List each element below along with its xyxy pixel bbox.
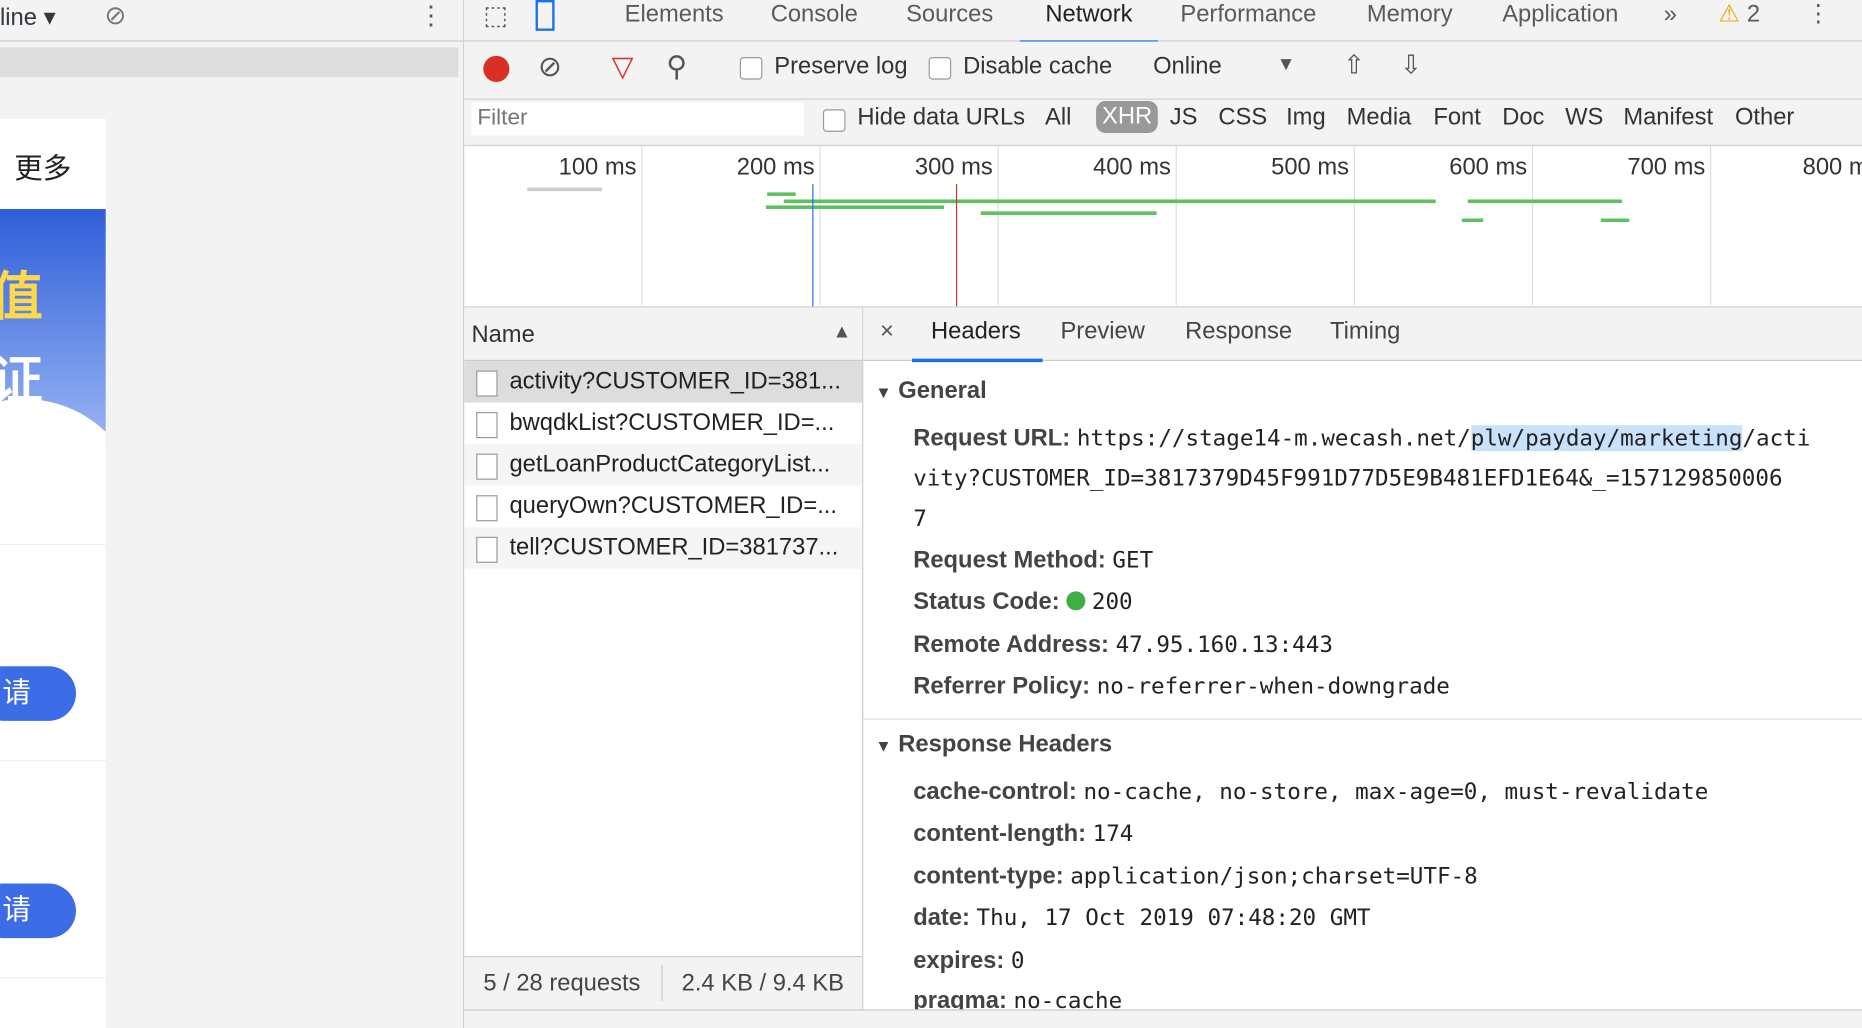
- tab-application[interactable]: Application: [1502, 0, 1618, 40]
- throttling-select[interactable]: Online: [1153, 53, 1222, 80]
- request-row[interactable]: tell?CUSTOMER_ID=381737...: [464, 527, 863, 569]
- filter-icon[interactable]: ▽: [612, 50, 634, 84]
- sort-asc-icon[interactable]: ▲: [832, 322, 851, 343]
- tab-preview[interactable]: Preview: [1060, 318, 1144, 345]
- more-link[interactable]: 更多: [14, 145, 71, 187]
- more-tabs-button[interactable]: »: [1664, 0, 1677, 40]
- tab-console[interactable]: Console: [771, 0, 858, 40]
- disable-cache-label: Disable cache: [963, 53, 1113, 80]
- type-js[interactable]: JS: [1170, 105, 1198, 132]
- tick: 600 ms: [1449, 154, 1528, 181]
- response-header: content-type: application/json;charset=U…: [913, 863, 1478, 890]
- warning-icon[interactable]: ⚠: [1718, 0, 1739, 40]
- type-ws[interactable]: WS: [1565, 105, 1603, 132]
- menu-icon[interactable]: ⋮: [418, 0, 444, 31]
- hide-data-urls-label: Hide data URLs: [857, 104, 1026, 131]
- disable-cache-checkbox[interactable]: [928, 57, 952, 80]
- response-header: content-length: 174: [913, 820, 1134, 847]
- warning-count[interactable]: 2: [1747, 0, 1760, 40]
- page-preview: line ▾ ⊘ ⋮ 更多 值 证 请 请: [0, 0, 465, 1028]
- inspect-icon[interactable]: ⬚: [483, 0, 508, 31]
- chevron-down-icon[interactable]: ▼: [1277, 55, 1296, 76]
- banner-text: 值: [0, 254, 43, 330]
- remote-address: Remote Address: 47.95.160.13:443: [913, 631, 1333, 658]
- type-css[interactable]: CSS: [1218, 105, 1267, 132]
- throttle-dropdown[interactable]: line ▾: [0, 2, 55, 32]
- type-manifest[interactable]: Manifest: [1623, 105, 1713, 132]
- waterfall-bar: [783, 199, 1436, 204]
- devtools: ⬚ Elements Console Sources Network Perfo…: [464, 0, 1862, 1028]
- record-button[interactable]: [483, 55, 510, 82]
- waterfall-bar: [765, 205, 945, 209]
- waterfall-bar: [767, 192, 796, 196]
- name-column-header[interactable]: Name: [471, 322, 534, 349]
- device-toolbar-icon[interactable]: [535, 0, 555, 31]
- request-row[interactable]: queryOwn?CUSTOMER_ID=...: [464, 486, 862, 528]
- tick: 700 ms: [1627, 154, 1706, 181]
- type-font[interactable]: Font: [1433, 105, 1481, 132]
- tab-memory[interactable]: Memory: [1367, 0, 1453, 40]
- preserve-log-checkbox[interactable]: [739, 57, 763, 80]
- request-list: Name ▲ activity?CUSTOMER_ID=381... bwqdk…: [464, 307, 864, 1028]
- waterfall-bar: [1467, 199, 1623, 204]
- device-ruler: [0, 47, 459, 78]
- type-xhr[interactable]: XHR: [1096, 100, 1159, 133]
- clear-icon[interactable]: ⊘: [538, 50, 562, 84]
- type-other[interactable]: Other: [1735, 105, 1794, 132]
- tab-sources[interactable]: Sources: [906, 0, 993, 40]
- apply-button[interactable]: 请: [0, 883, 76, 939]
- drawer-bar: [464, 1009, 1862, 1028]
- type-img[interactable]: Img: [1286, 105, 1326, 132]
- rotate-icon[interactable]: ⊘: [105, 0, 127, 31]
- search-icon[interactable]: ⚲: [666, 50, 687, 84]
- waterfall-bar: [1600, 218, 1630, 223]
- response-headers-toggle[interactable]: ▼ Response Headers: [875, 732, 1112, 759]
- type-doc[interactable]: Doc: [1502, 105, 1544, 132]
- request-row[interactable]: bwqdkList?CUSTOMER_ID=...: [464, 403, 862, 445]
- apply-button[interactable]: 请: [0, 666, 76, 721]
- request-count: 5 / 28 requests: [483, 970, 641, 997]
- response-header: expires: 0: [913, 947, 1025, 974]
- preserve-log-label: Preserve log: [774, 53, 908, 80]
- response-header: cache-control: no-cache, no-store, max-a…: [913, 779, 1709, 806]
- tab-timing[interactable]: Timing: [1330, 318, 1400, 345]
- request-method: Request Method: GET: [913, 547, 1154, 574]
- tab-network[interactable]: Network: [1020, 0, 1158, 44]
- tick: 100 ms: [558, 154, 637, 181]
- hide-data-urls-checkbox[interactable]: [822, 109, 846, 132]
- close-icon[interactable]: ×: [880, 318, 894, 345]
- waterfall-bar: [527, 187, 603, 192]
- request-row[interactable]: activity?CUSTOMER_ID=381...: [464, 361, 863, 403]
- response-header: date: Thu, 17 Oct 2019 07:48:20 GMT: [913, 904, 1371, 931]
- tick: 300 ms: [914, 154, 993, 181]
- tick: 400 ms: [1092, 154, 1171, 181]
- tab-response[interactable]: Response: [1185, 318, 1292, 345]
- load-line: [955, 184, 958, 307]
- referrer-policy: Referrer Policy: no-referrer-when-downgr…: [913, 673, 1450, 700]
- tick: 500 ms: [1271, 154, 1349, 181]
- settings-menu-icon[interactable]: ⋮: [1806, 0, 1830, 40]
- filter-input[interactable]: [471, 102, 804, 136]
- dom-content-loaded-line: [812, 184, 814, 307]
- tab-elements[interactable]: Elements: [625, 0, 724, 40]
- transfer-size: 2.4 KB / 9.4 KB: [681, 970, 845, 997]
- tab-headers[interactable]: Headers: [912, 318, 1043, 363]
- request-url-cont: 7: [913, 505, 927, 532]
- waterfall-bar: [1461, 218, 1484, 223]
- tick: 800 ms: [1802, 154, 1862, 181]
- import-har-icon[interactable]: ⇧: [1343, 50, 1365, 81]
- request-row[interactable]: getLoanProductCategoryList...: [464, 444, 863, 486]
- request-url: Request URL: https://stage14-m.wecash.ne…: [913, 425, 1811, 452]
- status-ok-icon: [1066, 591, 1086, 611]
- tab-performance[interactable]: Performance: [1180, 0, 1316, 40]
- waterfall-bar: [980, 211, 1157, 215]
- banner: 值 证: [0, 209, 106, 447]
- status-code: Status Code: 200: [913, 589, 1133, 616]
- request-url-cont: vity?CUSTOMER_ID=3817379D45F991D77D5E9B4…: [913, 465, 1783, 492]
- export-har-icon[interactable]: ⇩: [1400, 50, 1422, 81]
- tick: 200 ms: [736, 154, 815, 181]
- type-media[interactable]: Media: [1347, 105, 1412, 132]
- general-section-toggle[interactable]: ▼ General: [875, 378, 987, 405]
- type-all[interactable]: All: [1045, 105, 1071, 132]
